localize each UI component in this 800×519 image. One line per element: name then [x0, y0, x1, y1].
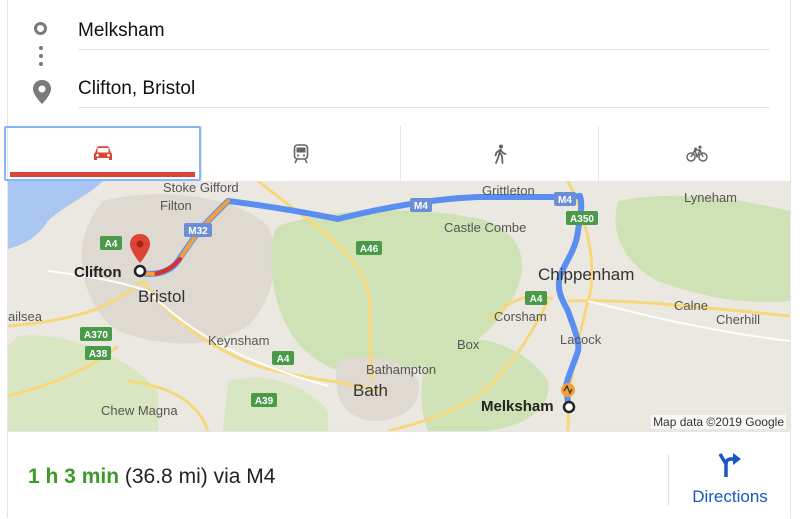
- road-shield-m4-a: M4: [410, 198, 432, 212]
- road-shield-a370: A370: [80, 327, 112, 341]
- place-cherhill: Cherhill: [716, 312, 760, 327]
- destination-text[interactable]: Clifton, Bristol: [78, 78, 195, 100]
- place-bristol: Bristol: [138, 287, 185, 306]
- directions-arrow-icon: [718, 453, 741, 477]
- route-summary-bar: 1 h 3 min (36.8 mi) via M4 Directions: [8, 431, 790, 519]
- destination-row[interactable]: Clifton, Bristol: [8, 58, 790, 116]
- place-melksham: Melksham: [481, 398, 554, 415]
- origin-row[interactable]: Melksham: [8, 0, 790, 58]
- place-lacock: Lacock: [560, 332, 602, 347]
- place-stoke-gifford: Stoke Gifford: [163, 181, 239, 195]
- tab-walking[interactable]: [400, 126, 598, 181]
- road-shield-a4-west: A4: [100, 236, 122, 250]
- svg-text:A4: A4: [105, 239, 118, 250]
- svg-text:A4: A4: [277, 354, 290, 365]
- road-shield-m4-b: M4: [554, 192, 576, 206]
- route-duration: 1 h 3 min: [28, 465, 120, 488]
- directions-label: Directions: [692, 487, 768, 506]
- svg-text:A350: A350: [570, 214, 594, 225]
- tab-driving[interactable]: [4, 126, 201, 181]
- origin-text[interactable]: Melksham: [78, 20, 165, 42]
- destination-underline: [78, 107, 770, 108]
- place-chew-magna: Chew Magna: [101, 403, 178, 418]
- svg-text:A39: A39: [255, 396, 274, 407]
- place-filton: Filton: [160, 198, 192, 213]
- road-shield-a46: A46: [356, 241, 382, 255]
- place-castle-combe: Castle Combe: [444, 220, 526, 235]
- svg-text:A370: A370: [84, 330, 108, 341]
- route-map[interactable]: M32 M4 M4 A350 A46 A4 A4 A4 A370 A38 A39…: [8, 181, 790, 431]
- svg-text:A4: A4: [530, 294, 543, 305]
- origin-circle-icon: [34, 22, 47, 35]
- map-canvas[interactable]: M32 M4 M4 A350 A46 A4 A4 A4 A370 A38 A39…: [8, 181, 790, 431]
- train-icon: [293, 143, 309, 163]
- svg-text:A38: A38: [89, 349, 108, 360]
- bicycle-icon: [685, 145, 708, 162]
- summary-divider: [668, 454, 669, 506]
- active-tab-indicator: [10, 172, 195, 177]
- road-shield-a350: A350: [566, 211, 598, 225]
- destination-pin-icon: [33, 80, 51, 104]
- place-grittleton: Grittleton: [482, 183, 535, 198]
- tab-cycling[interactable]: [598, 126, 794, 181]
- road-shield-a4-south: A4: [272, 351, 294, 365]
- place-nailsea: ailsea: [8, 309, 43, 324]
- svg-text:M32: M32: [188, 226, 208, 237]
- road-shield-a4-east: A4: [525, 291, 547, 305]
- route-summary: 1 h 3 min (36.8 mi) via M4: [28, 465, 275, 489]
- place-calne: Calne: [674, 298, 708, 313]
- svg-text:A46: A46: [360, 244, 379, 255]
- place-keynsham: Keynsham: [208, 333, 269, 348]
- route-via: via M4: [213, 465, 276, 488]
- walking-icon: [494, 144, 506, 164]
- road-shield-m32: M32: [184, 223, 212, 237]
- directions-button[interactable]: Directions: [680, 452, 780, 508]
- road-shield-a39: A39: [251, 393, 277, 407]
- svg-text:M4: M4: [414, 201, 428, 212]
- place-box: Box: [457, 337, 480, 352]
- tab-transit[interactable]: [201, 126, 400, 181]
- place-bathampton: Bathampton: [366, 362, 436, 377]
- place-clifton: Clifton: [74, 264, 121, 281]
- place-chippenham: Chippenham: [538, 265, 634, 284]
- place-lyneham: Lyneham: [684, 190, 737, 205]
- map-attribution: Map data ©2019 Google: [651, 415, 786, 429]
- car-icon: [93, 145, 112, 160]
- place-corsham: Corsham: [494, 309, 547, 324]
- travel-mode-tabs: [4, 126, 794, 181]
- place-bath: Bath: [353, 381, 388, 400]
- svg-text:M4: M4: [558, 195, 572, 206]
- route-distance: (36.8 mi): [124, 465, 208, 488]
- road-shield-a38: A38: [85, 346, 111, 360]
- directions-card: Melksham Clifton, Bristol M32 M4 M4 A350…: [4, 0, 794, 519]
- origin-underline: [78, 49, 770, 50]
